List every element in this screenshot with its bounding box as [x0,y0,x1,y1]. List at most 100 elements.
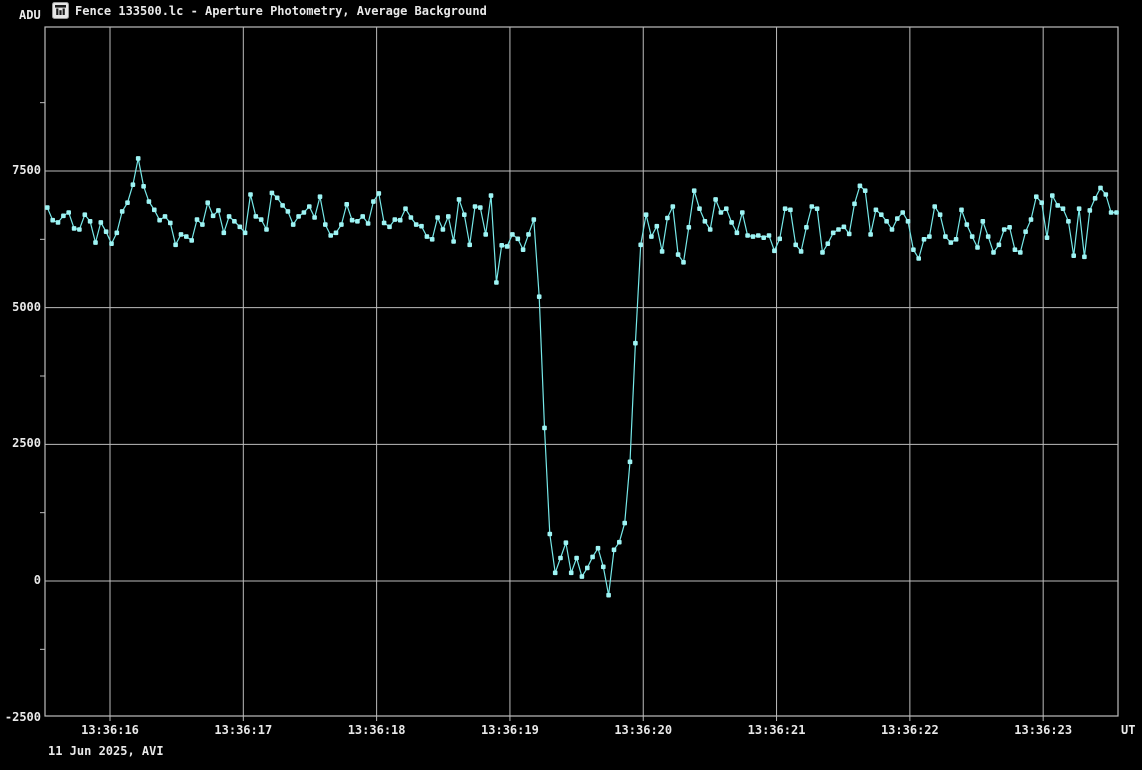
data-point-marker [414,222,419,227]
data-point-marker [842,225,847,230]
data-point-marker [1104,192,1109,197]
y-tick-label: 5000 [0,300,41,314]
data-point-marker [328,233,333,238]
light-curve-line [47,158,1116,595]
x-tick-label: 13:36:21 [747,723,807,737]
data-point-marker [494,280,499,285]
data-point-marker [585,566,590,571]
data-point-marker [858,184,863,189]
data-point-marker [270,191,275,196]
data-point-marker [810,204,815,209]
data-point-marker [1018,250,1023,255]
data-point-marker [254,214,259,219]
data-point-marker [355,219,360,224]
data-point-marker [478,205,483,210]
data-point-marker [264,227,269,232]
data-point-marker [61,214,66,219]
data-point-marker [681,260,686,265]
data-point-marker [735,231,740,236]
data-point-marker [382,221,387,226]
data-point-marker [104,229,109,234]
data-point-marker [564,540,569,545]
y-tick-label: 7500 [0,163,41,177]
data-point-marker [88,219,93,224]
x-tick-label: 13:36:20 [613,723,673,737]
x-tick-label: 13:36:16 [80,723,140,737]
data-point-marker [318,194,323,199]
data-point-marker [788,208,793,213]
data-point-marker [745,233,750,238]
data-point-marker [387,225,392,230]
data-point-marker [724,206,729,211]
data-point-marker [1093,196,1098,201]
data-point-marker [312,215,317,220]
data-point-marker [965,222,970,227]
data-point-marker [874,208,879,213]
data-point-marker [799,249,804,254]
data-point-marker [275,196,280,201]
data-point-marker [441,227,446,232]
x-tick-label: 13:36:23 [1013,723,1073,737]
data-point-marker [906,219,911,224]
data-point-marker [815,206,820,211]
data-point-marker [243,231,248,236]
data-point-marker [344,202,349,207]
data-point-marker [1034,194,1039,199]
data-point-marker [820,250,825,255]
data-point-marker [409,215,414,220]
data-point-marker [99,220,104,225]
data-point-marker [1002,227,1007,232]
x-tick-label: 13:36:17 [213,723,273,737]
data-point-marker [772,249,777,254]
data-point-marker [884,219,889,224]
data-point-marker [136,156,141,161]
data-point-marker [120,209,125,214]
data-point-marker [938,212,943,217]
data-point-marker [334,231,339,236]
data-point-marker [66,210,71,215]
data-point-marker [1109,210,1114,215]
data-point-marker [483,232,488,237]
data-point-marker [954,237,959,242]
data-point-marker [943,234,948,239]
data-point-marker [649,234,654,239]
data-point-marker [526,232,531,237]
data-point-marker [430,237,435,242]
data-point-marker [783,206,788,211]
data-point-marker [1071,253,1076,258]
data-point-marker [793,243,798,248]
data-point-marker [767,233,772,238]
data-point-marker [467,243,472,248]
data-point-marker [852,202,857,207]
data-point-marker [617,540,622,545]
data-point-marker [93,240,98,245]
data-point-marker [868,232,873,237]
data-point-marker [1098,186,1103,191]
data-point-marker [697,206,702,211]
data-point-marker [580,574,585,579]
data-point-marker [157,218,162,223]
data-point-marker [777,237,782,242]
data-point-marker [184,234,189,239]
data-point-marker [558,556,563,561]
light-curve-chart-canvas[interactable] [0,0,1142,770]
data-point-marker [751,234,756,239]
data-point-marker [847,232,852,237]
data-point-marker [1013,247,1018,252]
data-point-marker [638,243,643,248]
data-point-marker [152,208,157,213]
data-point-marker [489,193,494,198]
x-tick-label: 13:36:18 [347,723,407,737]
data-point-marker [1023,229,1028,234]
data-point-marker [131,182,136,187]
data-point-marker [1050,193,1055,198]
app-window: Fence 133500.lc - Aperture Photometry, A… [0,0,1142,770]
data-point-marker [173,243,178,248]
data-point-marker [1066,219,1071,224]
data-point-marker [195,217,200,222]
data-point-marker [836,227,841,232]
data-point-marker [628,460,633,465]
data-point-marker [516,237,521,242]
data-point-marker [590,555,595,560]
data-point-marker [708,227,713,232]
